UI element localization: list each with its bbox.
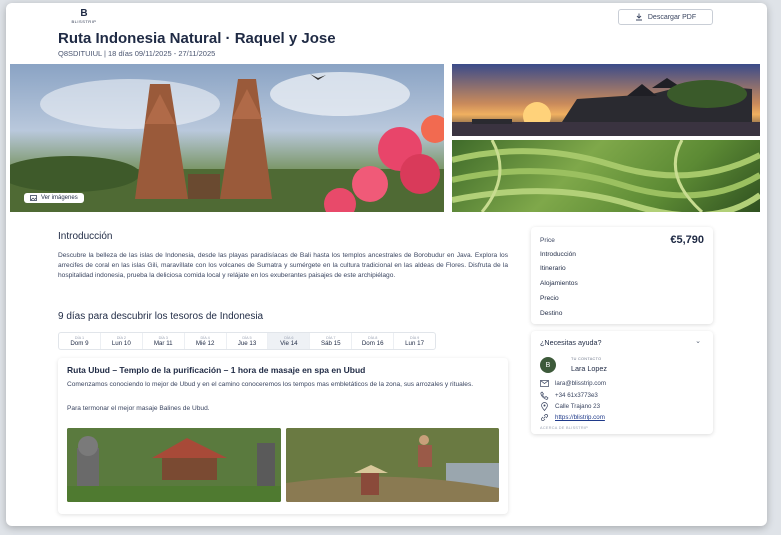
location-pin-icon (541, 402, 548, 411)
help-title[interactable]: ¿Necesitas ayuda? (540, 338, 602, 347)
price-summary-card: Price €5,790 Introducción Itinerario Alo… (531, 227, 713, 324)
sunset-temple-illustration (452, 78, 760, 136)
view-images-label: Ver imágenes (41, 195, 78, 201)
contact-phone: +34 61x3773e3 (555, 392, 598, 399)
nav-link-alojamientos[interactable]: Alojamientos (540, 280, 578, 287)
contact-label: TU CONTACTO (571, 357, 602, 361)
chevron-down-icon[interactable]: ⌄ (695, 337, 701, 345)
nav-link-destino[interactable]: Destino (540, 310, 562, 317)
day-date: Dom 9 (70, 339, 89, 347)
price-value: €5,790 (670, 234, 704, 246)
ubud-temple-illustration (67, 428, 281, 502)
day-date: Jue 13 (237, 339, 257, 347)
day-tab-3[interactable]: DÍA 3 Mar 11 (143, 333, 185, 349)
contact-website[interactable]: https://blistrip.com (555, 414, 605, 421)
day-title: Ruta Ubud – Templo de la purificación – … (67, 365, 366, 375)
hero-image-temple-gates[interactable] (10, 64, 444, 212)
day-date: Dom 16 (361, 339, 384, 347)
day-date: Sáb 15 (320, 339, 341, 347)
day-tab-8[interactable]: DÍA 8 Dom 16 (352, 333, 395, 349)
contact-website-row[interactable]: https://blistrip.com (540, 413, 605, 422)
contact-address: Calle Trajano 23 (555, 403, 601, 410)
day-tab-2[interactable]: DÍA 2 Lun 10 (101, 333, 143, 349)
temple-gates-illustration (10, 72, 444, 212)
nav-link-precio[interactable]: Precio (540, 295, 559, 302)
gallery-image-sunset-temple[interactable] (452, 64, 760, 136)
day-date: Mar 11 (153, 339, 173, 347)
contact-email-row[interactable]: lara@blisstrip.com (540, 379, 606, 388)
day-tabs: DÍA 1 Dom 9 DÍA 2 Lun 10 DÍA 3 Mar 11 DÍA 4… (58, 332, 436, 350)
contact-email: lara@blisstrip.com (555, 380, 606, 387)
day-date: Mié 12 (195, 339, 215, 347)
ubud-farmers-illustration (286, 428, 499, 502)
day-image-ubud-temple[interactable] (67, 428, 281, 502)
nav-link-introduccion[interactable]: Introducción (540, 251, 576, 258)
day-date: Vie 14 (280, 339, 298, 347)
logo-mark: B (80, 8, 88, 19)
day-image-ubud-farmers[interactable] (286, 428, 499, 502)
day-tab-9[interactable]: DÍA 9 Lun 17 (394, 333, 435, 349)
contact-address-row: Calle Trajano 23 (540, 402, 600, 411)
day-date: Lun 10 (111, 339, 131, 347)
blisstrip-logo[interactable]: B BLISSTRIP (64, 8, 104, 25)
day-tab-1[interactable]: DÍA 1 Dom 9 (59, 333, 101, 349)
page-title: Ruta Indonesia Natural · Raquel y Jose (58, 30, 336, 47)
nav-link-itinerario[interactable]: Itinerario (540, 265, 566, 272)
day-tab-5[interactable]: DÍA 5 Jue 13 (227, 333, 269, 349)
contact-phone-row[interactable]: +34 61x3773e3 (540, 391, 598, 400)
link-icon (541, 414, 548, 421)
avatar: B (540, 357, 556, 373)
logo-text: BLISSTRIP (71, 19, 97, 24)
day-date: Lun 17 (405, 339, 425, 347)
day-tab-6[interactable]: DÍA 6 Vie 14 (268, 333, 311, 349)
day-description: Comenzamos conociendo lo mejor de Ubud y… (67, 381, 474, 388)
view-images-button[interactable]: Ver imágenes (24, 193, 84, 203)
download-icon (635, 13, 642, 21)
help-card: ¿Necesitas ayuda? ⌄ B TU CONTACTO Lara L… (531, 331, 713, 434)
intro-text: Descubre la belleza de las islas de Indo… (58, 252, 508, 279)
price-label: Price (540, 237, 555, 244)
day-tab-7[interactable]: DÍA 7 Sáb 15 (310, 333, 353, 349)
itinerary-page: B BLISSTRIP Descargar PDF Ruta Indonesia… (6, 3, 767, 526)
contact-name: Lara Lopez (571, 364, 607, 373)
rice-terraces-illustration (452, 140, 760, 212)
image-icon (30, 195, 37, 201)
trip-meta: Q8SDITUIUL | 18 días 09/11/2025 - 27/11/… (58, 49, 216, 58)
phone-icon (540, 391, 549, 400)
mail-icon (540, 380, 549, 387)
download-pdf-label: Descargar PDF (647, 13, 697, 21)
intro-heading: Introducción (58, 231, 113, 242)
gallery-image-rice-terraces[interactable] (452, 140, 760, 212)
day-tab-4[interactable]: DÍA 4 Mié 12 (185, 333, 227, 349)
about-blisstrip-link[interactable]: ACERCA DE BLISSTRIP (540, 426, 588, 430)
day-detail-card: Ruta Ubud – Templo de la purificación – … (58, 358, 508, 514)
itinerary-heading: 9 días para descubrir los tesoros de Ind… (58, 311, 264, 322)
download-pdf-button[interactable]: Descargar PDF (618, 9, 713, 25)
day-description-extra: Para termonar el mejor masaje Balines de… (67, 405, 210, 412)
